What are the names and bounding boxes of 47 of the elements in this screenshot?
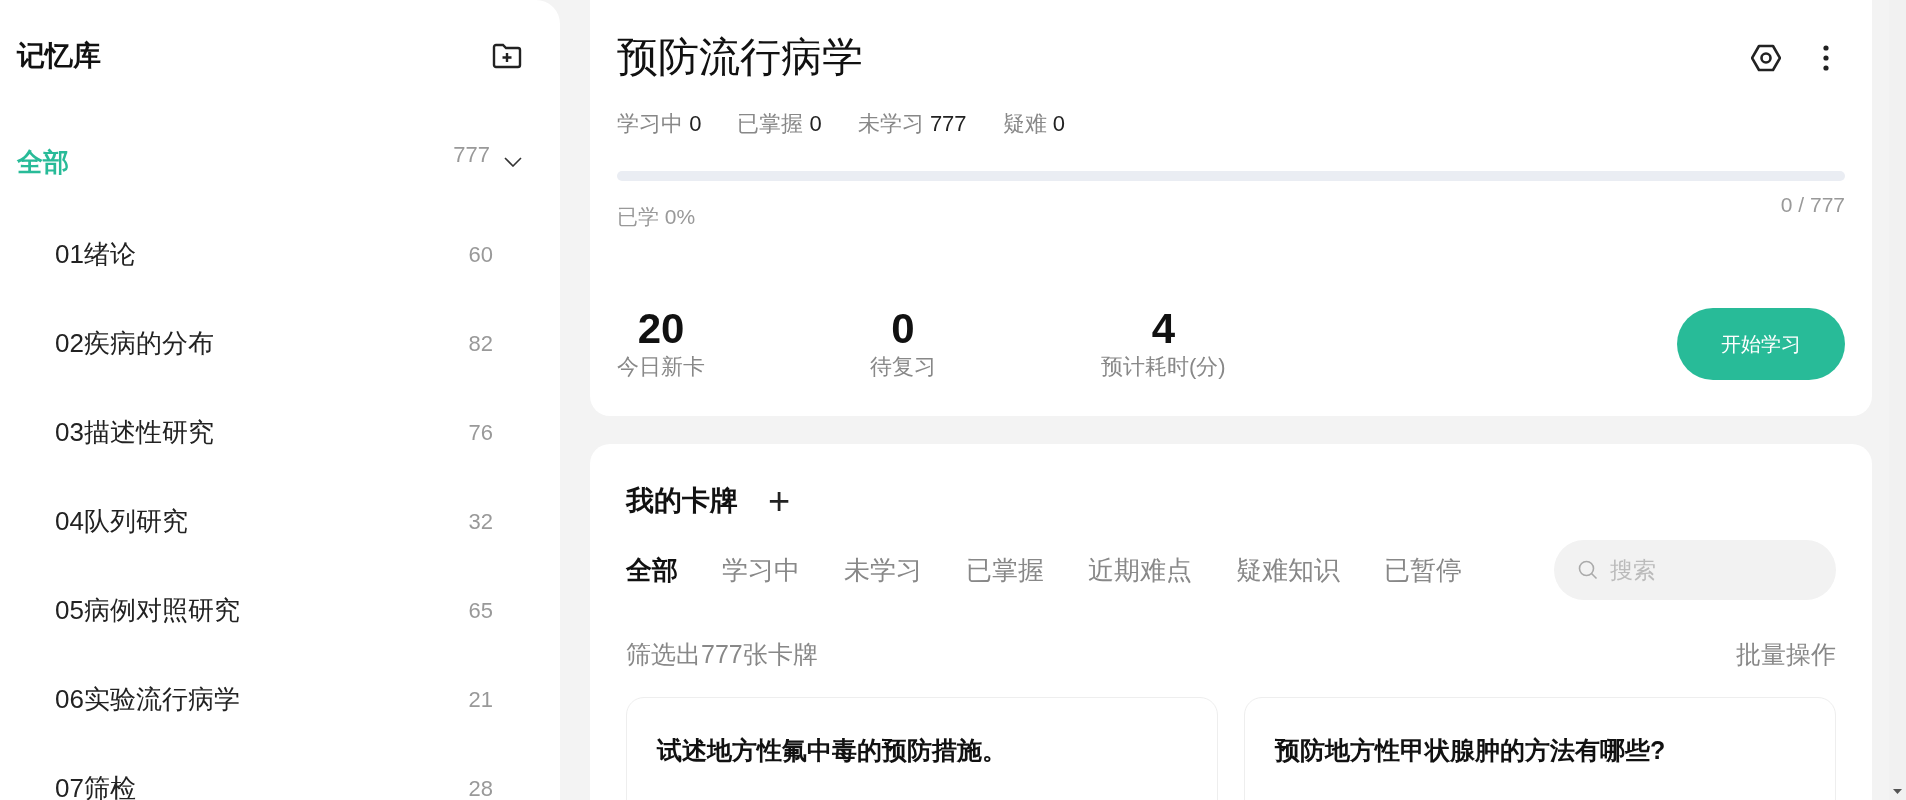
folder-plus-icon[interactable] bbox=[492, 43, 522, 69]
sidebar-item[interactable]: 07筛检 bbox=[55, 771, 469, 800]
stat-label: 今日新卡 bbox=[617, 353, 705, 381]
sidebar-item[interactable]: 02疾病的分布 bbox=[55, 326, 469, 361]
filter-tab[interactable]: 已掌握 bbox=[966, 552, 1044, 588]
stat-label: 待复习 bbox=[870, 353, 936, 381]
deck-title: 预防流行病学 bbox=[617, 33, 863, 82]
sidebar-item[interactable]: 01绪论 bbox=[55, 237, 469, 272]
hexagon-icon[interactable] bbox=[1751, 43, 1781, 72]
add-button[interactable]: + bbox=[768, 482, 791, 520]
section-title: 我的卡牌 bbox=[626, 484, 738, 518]
progress-label: 已学 0% bbox=[617, 204, 696, 230]
stat-value: 4 bbox=[1151, 306, 1175, 352]
item-count: 32 bbox=[468, 508, 493, 535]
status-count: 未学习 777 bbox=[857, 110, 967, 138]
status-count: 学习中 0 bbox=[617, 110, 702, 138]
filter-tab[interactable]: 未学习 bbox=[844, 552, 922, 588]
item-count: 65 bbox=[468, 597, 493, 624]
stat-value: 20 bbox=[637, 306, 685, 352]
sidebar-title: 记忆库 bbox=[17, 39, 101, 73]
filter-tab[interactable]: 已暂停 bbox=[1384, 552, 1462, 588]
status-count: 疑难 0 bbox=[1002, 110, 1065, 138]
batch-link[interactable]: 批量操作 bbox=[1736, 638, 1836, 671]
question-card[interactable]: 试述地方性氟中毒的预防措施。 bbox=[626, 697, 1218, 800]
sidebar-item[interactable]: 03描述性研究 bbox=[55, 415, 469, 450]
filter-tab[interactable]: 疑难知识 bbox=[1236, 552, 1340, 588]
filter-tab[interactable]: 全部 bbox=[626, 552, 678, 588]
search-icon bbox=[1578, 560, 1598, 580]
stat-value: 0 bbox=[891, 306, 915, 352]
item-count: 82 bbox=[468, 330, 493, 357]
question-card[interactable]: 预防地方性甲状腺肿的方法有哪些? bbox=[1244, 697, 1836, 800]
sidebar-item[interactable]: 06实验流行病学 bbox=[55, 682, 469, 717]
filter-summary: 筛选出777张卡牌 bbox=[626, 639, 818, 670]
item-count: 60 bbox=[468, 241, 493, 268]
more-icon[interactable] bbox=[1823, 44, 1829, 71]
item-count: 28 bbox=[468, 775, 493, 800]
progress-reading: 0 / 777 bbox=[1780, 193, 1845, 218]
status-count: 已掌握 0 bbox=[737, 110, 822, 138]
sidebar-item[interactable]: 05病例对照研究 bbox=[55, 593, 469, 628]
sidebar-item[interactable]: 04队列研究 bbox=[55, 504, 469, 539]
item-count: 76 bbox=[468, 419, 493, 446]
stat-label: 预计耗时(分) bbox=[1101, 353, 1226, 381]
item-count: 777 bbox=[453, 142, 490, 168]
filter-tab[interactable]: 学习中 bbox=[722, 552, 800, 588]
item-count: 21 bbox=[468, 686, 493, 713]
filter-tab[interactable]: 近期难点 bbox=[1088, 552, 1192, 588]
chevron-icon[interactable] bbox=[504, 157, 522, 167]
